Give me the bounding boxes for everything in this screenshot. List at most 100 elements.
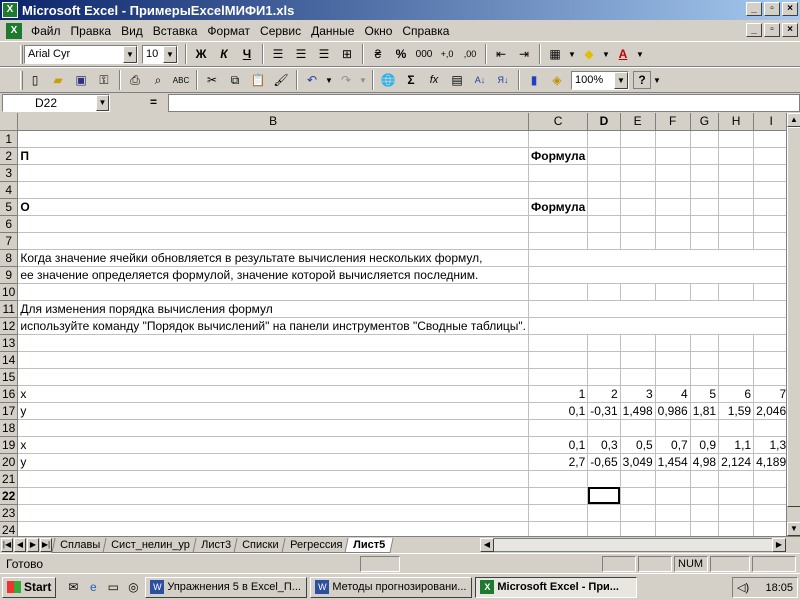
cell[interactable]: [17, 521, 529, 536]
next-sheet-icon[interactable]: ▶: [27, 538, 39, 552]
cell[interactable]: [753, 283, 786, 301]
chevron-down-icon[interactable]: ▼: [614, 71, 628, 89]
decrease-indent-icon[interactable]: ⇤: [490, 43, 512, 65]
cell[interactable]: [17, 419, 529, 437]
cell[interactable]: [690, 419, 720, 437]
cell[interactable]: [753, 351, 786, 369]
cell[interactable]: [17, 232, 529, 250]
cell[interactable]: [587, 317, 621, 335]
cell[interactable]: [620, 147, 656, 165]
cell[interactable]: [690, 130, 720, 148]
menu-view[interactable]: Вид: [116, 24, 148, 38]
cell[interactable]: [718, 317, 754, 335]
cell[interactable]: 1,3: [753, 436, 786, 454]
menu-help[interactable]: Справка: [397, 24, 454, 38]
drawing-icon[interactable]: ◈: [546, 69, 568, 91]
format-painter-icon[interactable]: 🖌: [270, 69, 292, 91]
increase-indent-icon[interactable]: ⇥: [513, 43, 535, 65]
cell[interactable]: [655, 198, 691, 216]
cell[interactable]: [753, 487, 786, 505]
cell[interactable]: [718, 419, 755, 437]
cell[interactable]: [17, 215, 529, 233]
cell[interactable]: [528, 317, 588, 335]
row-header[interactable]: 11: [0, 300, 19, 318]
cell[interactable]: [587, 504, 621, 522]
sheet-tab[interactable]: Лист3: [192, 537, 240, 553]
sort-descending-icon[interactable]: Я↓: [492, 69, 514, 91]
cell[interactable]: 2,124: [718, 453, 755, 471]
column-header[interactable]: D: [587, 113, 621, 131]
workbook-icon[interactable]: X: [6, 22, 22, 39]
cell[interactable]: [17, 181, 529, 199]
cell[interactable]: 4,98: [690, 453, 720, 471]
cell[interactable]: [17, 164, 529, 182]
cell[interactable]: [528, 215, 589, 233]
prev-sheet-icon[interactable]: ◀: [14, 538, 26, 552]
cell[interactable]: [655, 232, 691, 250]
menu-window[interactable]: Окно: [359, 24, 397, 38]
cell[interactable]: [17, 283, 529, 301]
cell[interactable]: [620, 351, 656, 369]
cell[interactable]: [655, 334, 691, 352]
row-header[interactable]: 8: [0, 249, 19, 267]
cell[interactable]: [753, 368, 786, 386]
cell[interactable]: [528, 368, 589, 386]
cell[interactable]: П: [17, 147, 529, 165]
column-header[interactable]: B: [17, 113, 529, 131]
menu-format[interactable]: Формат: [202, 24, 255, 38]
row-header[interactable]: 14: [0, 351, 19, 369]
cell[interactable]: 3,049: [620, 453, 656, 471]
cell[interactable]: 2,7: [528, 453, 589, 471]
cell[interactable]: [528, 351, 589, 369]
cell[interactable]: [620, 266, 656, 284]
cell[interactable]: 0,1: [528, 402, 589, 420]
merge-center-icon[interactable]: ⊞: [336, 43, 358, 65]
cell[interactable]: -0,65: [587, 453, 621, 471]
cell[interactable]: [753, 181, 786, 199]
internet-explorer-icon[interactable]: e: [84, 578, 102, 596]
desktop-icon[interactable]: ▭: [104, 578, 122, 596]
cell[interactable]: [620, 232, 656, 250]
cell[interactable]: [17, 470, 529, 488]
cell[interactable]: [620, 283, 656, 301]
cell[interactable]: [587, 249, 621, 267]
column-header[interactable]: F: [655, 113, 691, 131]
chevron-down-icon[interactable]: ▼: [324, 69, 334, 91]
cell[interactable]: [718, 504, 755, 522]
cell[interactable]: [655, 419, 691, 437]
cell[interactable]: [690, 164, 720, 182]
cell[interactable]: [620, 181, 656, 199]
excel-icon[interactable]: X: [2, 2, 18, 18]
cell[interactable]: [718, 283, 755, 301]
chevron-down-icon[interactable]: ▼: [358, 69, 368, 91]
cell[interactable]: [17, 351, 529, 369]
cell[interactable]: [690, 147, 720, 165]
spelling-icon[interactable]: ABC: [170, 69, 192, 91]
currency-icon[interactable]: ₴: [367, 43, 389, 65]
sheet-tab-active[interactable]: Лист5: [344, 537, 394, 553]
cell[interactable]: [753, 249, 786, 267]
cell[interactable]: x: [17, 385, 529, 403]
cell[interactable]: [620, 198, 656, 216]
cell[interactable]: [753, 317, 786, 335]
chevron-down-icon[interactable]: ▼: [635, 43, 645, 65]
cell[interactable]: [620, 487, 656, 505]
cell[interactable]: [587, 232, 621, 250]
cell[interactable]: [587, 215, 621, 233]
row-header[interactable]: 23: [0, 504, 19, 522]
menu-data[interactable]: Данные: [306, 24, 359, 38]
cell[interactable]: [718, 470, 755, 488]
cell[interactable]: 1: [528, 385, 589, 403]
cell[interactable]: [655, 300, 691, 318]
cell[interactable]: [753, 470, 786, 488]
cell[interactable]: [528, 334, 589, 352]
cell[interactable]: [620, 504, 656, 522]
cell[interactable]: [655, 249, 691, 267]
cell[interactable]: [17, 504, 529, 522]
cell[interactable]: 0,1: [528, 436, 589, 454]
cell[interactable]: [718, 215, 755, 233]
row-header[interactable]: 17: [0, 402, 19, 420]
copy-icon[interactable]: ⧉: [224, 69, 246, 91]
open-icon[interactable]: ▰: [47, 69, 69, 91]
cell[interactable]: [690, 266, 719, 284]
